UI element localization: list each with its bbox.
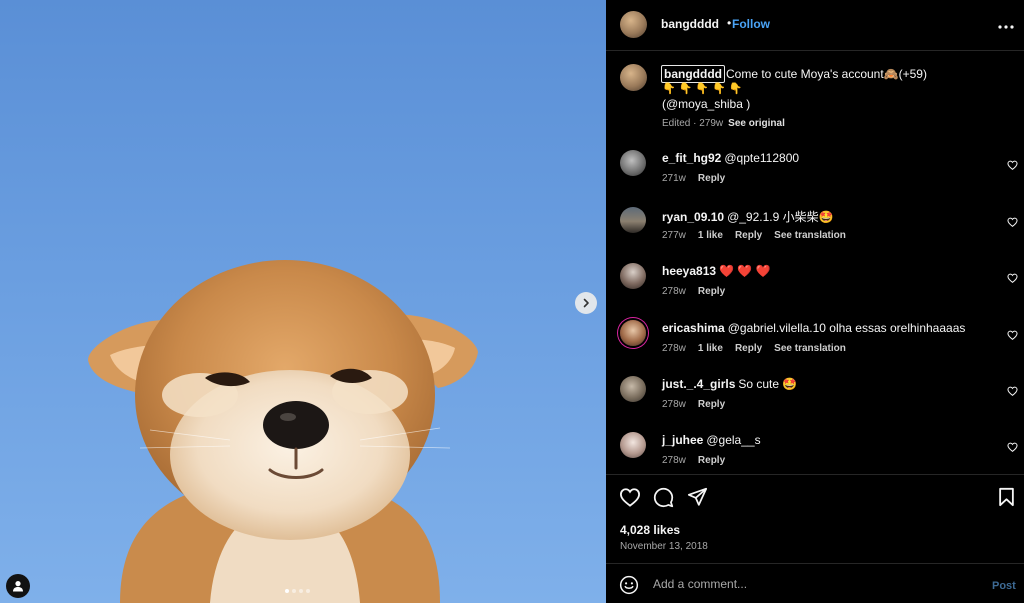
commenter-avatar[interactable] — [620, 376, 646, 402]
commenter-username[interactable]: e_fit_hg92 — [662, 151, 721, 165]
comment-time: 278w — [662, 343, 686, 354]
heart-icon — [1007, 442, 1018, 452]
like-comment-button[interactable] — [1007, 270, 1018, 288]
reply-button[interactable]: Reply — [698, 455, 725, 466]
author-username[interactable]: bangdddd — [661, 17, 719, 31]
comment-item: e_fit_hg92 @qpte112800 271w Reply — [606, 150, 1024, 206]
post-image[interactable] — [0, 0, 606, 603]
commenter-avatar[interactable] — [620, 320, 646, 346]
like-comment-button[interactable] — [1007, 327, 1018, 345]
like-comment-button[interactable] — [1007, 157, 1018, 175]
comment-text: @qpte112800 — [724, 151, 800, 165]
smiley-icon — [619, 575, 639, 595]
more-horizontal-icon — [998, 25, 1014, 29]
comment-text: @gabriel.vilella.10 olha essas orelhinha… — [727, 321, 966, 335]
reply-button[interactable]: Reply — [698, 399, 725, 410]
comment-time: 278w — [662, 455, 686, 466]
like-count[interactable]: 4,028 likes — [620, 523, 680, 537]
comment-time: 278w — [662, 399, 686, 410]
see-original-button[interactable]: See original — [728, 118, 785, 129]
comment-item: just._.4_girls So cute 🤩 278w Reply — [606, 376, 1024, 432]
comment-item: ryan_09.10 @_92.1.9 小柴柴🤩 277w 1 like Reply S… — [606, 207, 1024, 263]
carousel-dot — [292, 589, 296, 593]
post-date: November 13, 2018 — [620, 541, 708, 552]
comments-list[interactable]: bangdddd Come to cute Moya's account🙈(+59… — [606, 51, 1024, 474]
reply-button[interactable]: Reply — [698, 286, 725, 297]
heart-icon — [1007, 160, 1018, 170]
carousel-dot — [299, 589, 303, 593]
next-image-button[interactable] — [575, 292, 597, 314]
post-header: bangdddd • Follow — [606, 0, 1024, 51]
comment-likes[interactable]: 1 like — [698, 343, 723, 354]
comment-input[interactable] — [653, 574, 953, 594]
comment-item: j_juhee @gela__s 278w Reply — [606, 432, 1024, 474]
commenter-avatar[interactable] — [620, 207, 646, 233]
commenter-avatar[interactable] — [620, 263, 646, 289]
reply-button[interactable]: Reply — [735, 343, 762, 354]
post-actions: 4,028 likes November 13, 2018 — [606, 474, 1024, 563]
user-icon — [13, 581, 23, 592]
commenter-username[interactable]: heeya813 — [662, 264, 716, 278]
comment-bubble-icon — [653, 487, 674, 508]
comment-text: @_92.1.9 小柴柴🤩 — [727, 210, 834, 224]
see-translation-button[interactable]: See translation — [774, 230, 846, 241]
comment-time: 278w — [662, 286, 686, 297]
like-comment-button[interactable] — [1007, 383, 1018, 401]
heart-icon — [1007, 330, 1018, 340]
post-details-panel: bangdddd • Follow bangdddd Come to cute M… — [606, 0, 1024, 603]
like-comment-button[interactable] — [1007, 214, 1018, 232]
carousel-indicator — [285, 589, 310, 593]
commenter-avatar[interactable] — [620, 432, 646, 458]
post-comment-button[interactable]: Post — [992, 580, 1016, 592]
caption-edited-time: Edited · 279w — [662, 118, 724, 129]
see-translation-button[interactable]: See translation — [774, 343, 846, 354]
heart-icon — [1007, 217, 1018, 227]
heart-icon — [619, 488, 641, 507]
comment-item: ericashima @gabriel.vilella.10 olha essas… — [606, 320, 1024, 376]
commenter-username[interactable]: just._.4_girls — [662, 377, 735, 391]
shiba-puppy-photo — [88, 260, 478, 603]
caption-text-line: bangdddd Come to cute Moya's account🙈(+59… — [661, 65, 927, 83]
commenter-username[interactable]: ericashima — [662, 321, 725, 335]
share-button[interactable] — [687, 487, 708, 512]
comment-likes[interactable]: 1 like — [698, 230, 723, 241]
caption-meta: Edited · 279w See original — [662, 118, 785, 129]
comment-text: @gela__s — [706, 433, 761, 447]
heart-icon — [1007, 273, 1018, 283]
reply-button[interactable]: Reply — [698, 173, 725, 184]
heart-icon — [1007, 386, 1018, 396]
like-comment-button[interactable] — [1007, 439, 1018, 457]
comment-time: 277w — [662, 230, 686, 241]
more-options-button[interactable] — [998, 18, 1014, 36]
save-button[interactable] — [998, 487, 1015, 512]
comment-button[interactable] — [653, 487, 674, 513]
follow-button[interactable]: Follow — [732, 17, 770, 31]
author-avatar[interactable] — [620, 11, 647, 38]
emoji-picker-button[interactable] — [619, 575, 639, 600]
add-comment-bar: Post — [606, 563, 1024, 603]
bookmark-icon — [999, 487, 1014, 507]
comment-text: ❤️ ❤️ ❤️ — [719, 264, 771, 278]
comment-time: 271w — [662, 173, 686, 184]
like-button[interactable] — [619, 487, 641, 512]
caption-emoji-line: 👇👇👇👇👇 — [662, 83, 746, 95]
tagged-users-button[interactable] — [6, 574, 30, 598]
comment-text: So cute 🤩 — [738, 377, 798, 391]
header-separator: • — [727, 16, 732, 30]
reply-button[interactable]: Reply — [735, 230, 762, 241]
carousel-dot — [285, 589, 289, 593]
caption-username[interactable]: bangdddd — [661, 65, 725, 83]
caption-text: Come to cute Moya's account🙈(+59) — [725, 67, 927, 81]
chevron-right-icon — [583, 298, 589, 308]
commenter-avatar[interactable] — [620, 150, 646, 176]
comment-item: heeya813 ❤️ ❤️ ❤️ 278w Reply — [606, 263, 1024, 319]
commenter-username[interactable]: ryan_09.10 — [662, 210, 724, 224]
caption-handle-link[interactable]: (@moya_shiba ) — [662, 97, 750, 111]
paper-plane-icon — [687, 487, 708, 506]
carousel-dot — [306, 589, 310, 593]
commenter-username[interactable]: j_juhee — [662, 433, 703, 447]
caption-avatar[interactable] — [620, 64, 647, 91]
